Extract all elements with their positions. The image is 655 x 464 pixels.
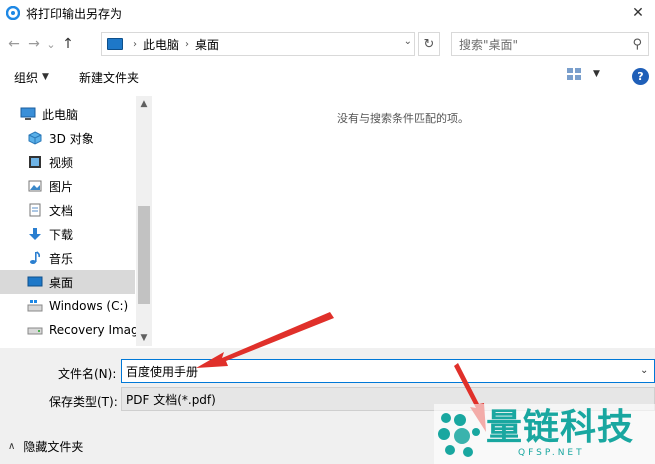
music-icon (27, 251, 43, 265)
tree-item-recovery-drive[interactable]: Recovery Imag (0, 318, 139, 342)
tree-item-desktop[interactable]: 桌面 (0, 270, 135, 294)
nav-pane-scrollbar[interactable]: ▲ ▼ (136, 96, 152, 346)
tree-item-music[interactable]: 音乐 (0, 246, 135, 270)
app-icon (5, 5, 21, 21)
drive-icon (27, 323, 43, 337)
navigation-pane: 此电脑 3D 对象 视频 图片 文档 下载 音乐 桌面 Windows (C:)… (0, 96, 152, 346)
windows-drive-icon (27, 299, 43, 313)
pictures-icon (27, 179, 43, 193)
filename-label: 文件名(N): (58, 367, 117, 381)
view-icon (567, 68, 581, 80)
search-input[interactable]: 搜索"桌面" ⚲ (451, 32, 649, 56)
search-icon[interactable]: ⚲ (632, 37, 642, 52)
chevron-right-icon: › (133, 38, 137, 50)
command-bar: 组织 ▼ 新建文件夹 ▼ ? (0, 62, 655, 92)
video-icon (27, 155, 43, 169)
chevron-down-icon[interactable]: ⌄ (640, 365, 648, 376)
tree-item-downloads[interactable]: 下载 (0, 222, 135, 246)
file-list-area[interactable]: 没有与搜索条件匹配的项。 (153, 96, 655, 346)
tree-item-pictures[interactable]: 图片 (0, 174, 135, 198)
breadcrumb-desktop[interactable]: 桌面 (195, 36, 219, 53)
filename-field[interactable] (121, 359, 655, 383)
new-folder-button[interactable]: 新建文件夹 (79, 69, 139, 86)
chevron-right-icon: › (185, 38, 190, 50)
filetype-value: PDF 文档(*.pdf) (126, 392, 216, 407)
navigation-bar: ← → ⌄ ↑ › 此电脑 › 桌面 ⌄ ↻ 搜索"桌面" ⚲ (0, 28, 655, 60)
scroll-up-icon[interactable]: ▲ (136, 96, 152, 112)
hide-folders-button[interactable]: ∧ 隐藏文件夹 (8, 438, 83, 455)
cube-icon (27, 131, 43, 145)
download-icon (27, 227, 43, 241)
logo-icon (438, 413, 480, 457)
tree-item-documents[interactable]: 文档 (0, 198, 135, 222)
search-placeholder: 搜索"桌面" (459, 37, 519, 52)
chevron-up-icon: ∧ (8, 441, 16, 452)
refresh-button[interactable]: ↻ (418, 32, 440, 56)
filetype-label: 保存类型(T): (49, 395, 118, 409)
window-title: 将打印输出另存为 (26, 6, 123, 21)
chevron-down-icon[interactable]: ⌄ (404, 36, 412, 47)
forward-button[interactable]: → (24, 32, 44, 56)
close-button[interactable]: ✕ (621, 0, 655, 26)
watermark-subtext: QFSP.NET (518, 448, 585, 458)
organize-label: 组织 (14, 70, 39, 85)
help-button[interactable]: ? (632, 68, 649, 85)
watermark-text: 量链科技 (486, 407, 635, 448)
desktop-icon (27, 275, 43, 289)
tree-item-videos[interactable]: 视频 (0, 150, 135, 174)
watermark-logo: 量链科技 QFSP.NET (434, 404, 655, 464)
tree-item-this-pc[interactable]: 此电脑 (0, 102, 135, 126)
scroll-thumb[interactable] (138, 206, 150, 304)
organize-button[interactable]: 组织 ▼ (14, 69, 49, 86)
tree-item-windows-drive[interactable]: Windows (C:) (0, 294, 135, 318)
caret-down-icon: ▼ (593, 69, 600, 79)
hide-folders-label: 隐藏文件夹 (23, 440, 84, 454)
breadcrumb-this-pc[interactable]: 此电脑 (143, 36, 179, 53)
address-bar[interactable]: › 此电脑 › 桌面 ⌄ (101, 32, 415, 56)
document-icon (27, 203, 43, 217)
recent-locations-button[interactable]: ⌄ (44, 32, 58, 56)
empty-results-message: 没有与搜索条件匹配的项。 (337, 112, 469, 125)
up-button[interactable]: ↑ (58, 32, 78, 56)
pc-icon (107, 38, 123, 50)
caret-down-icon: ▼ (42, 72, 49, 82)
view-options-button[interactable]: ▼ (567, 68, 600, 80)
tree-item-3d-objects[interactable]: 3D 对象 (0, 126, 135, 150)
title-bar: 将打印输出另存为 ✕ (0, 0, 655, 26)
scroll-down-icon[interactable]: ▼ (136, 330, 152, 346)
pc-icon (20, 107, 36, 121)
back-button[interactable]: ← (4, 32, 24, 56)
